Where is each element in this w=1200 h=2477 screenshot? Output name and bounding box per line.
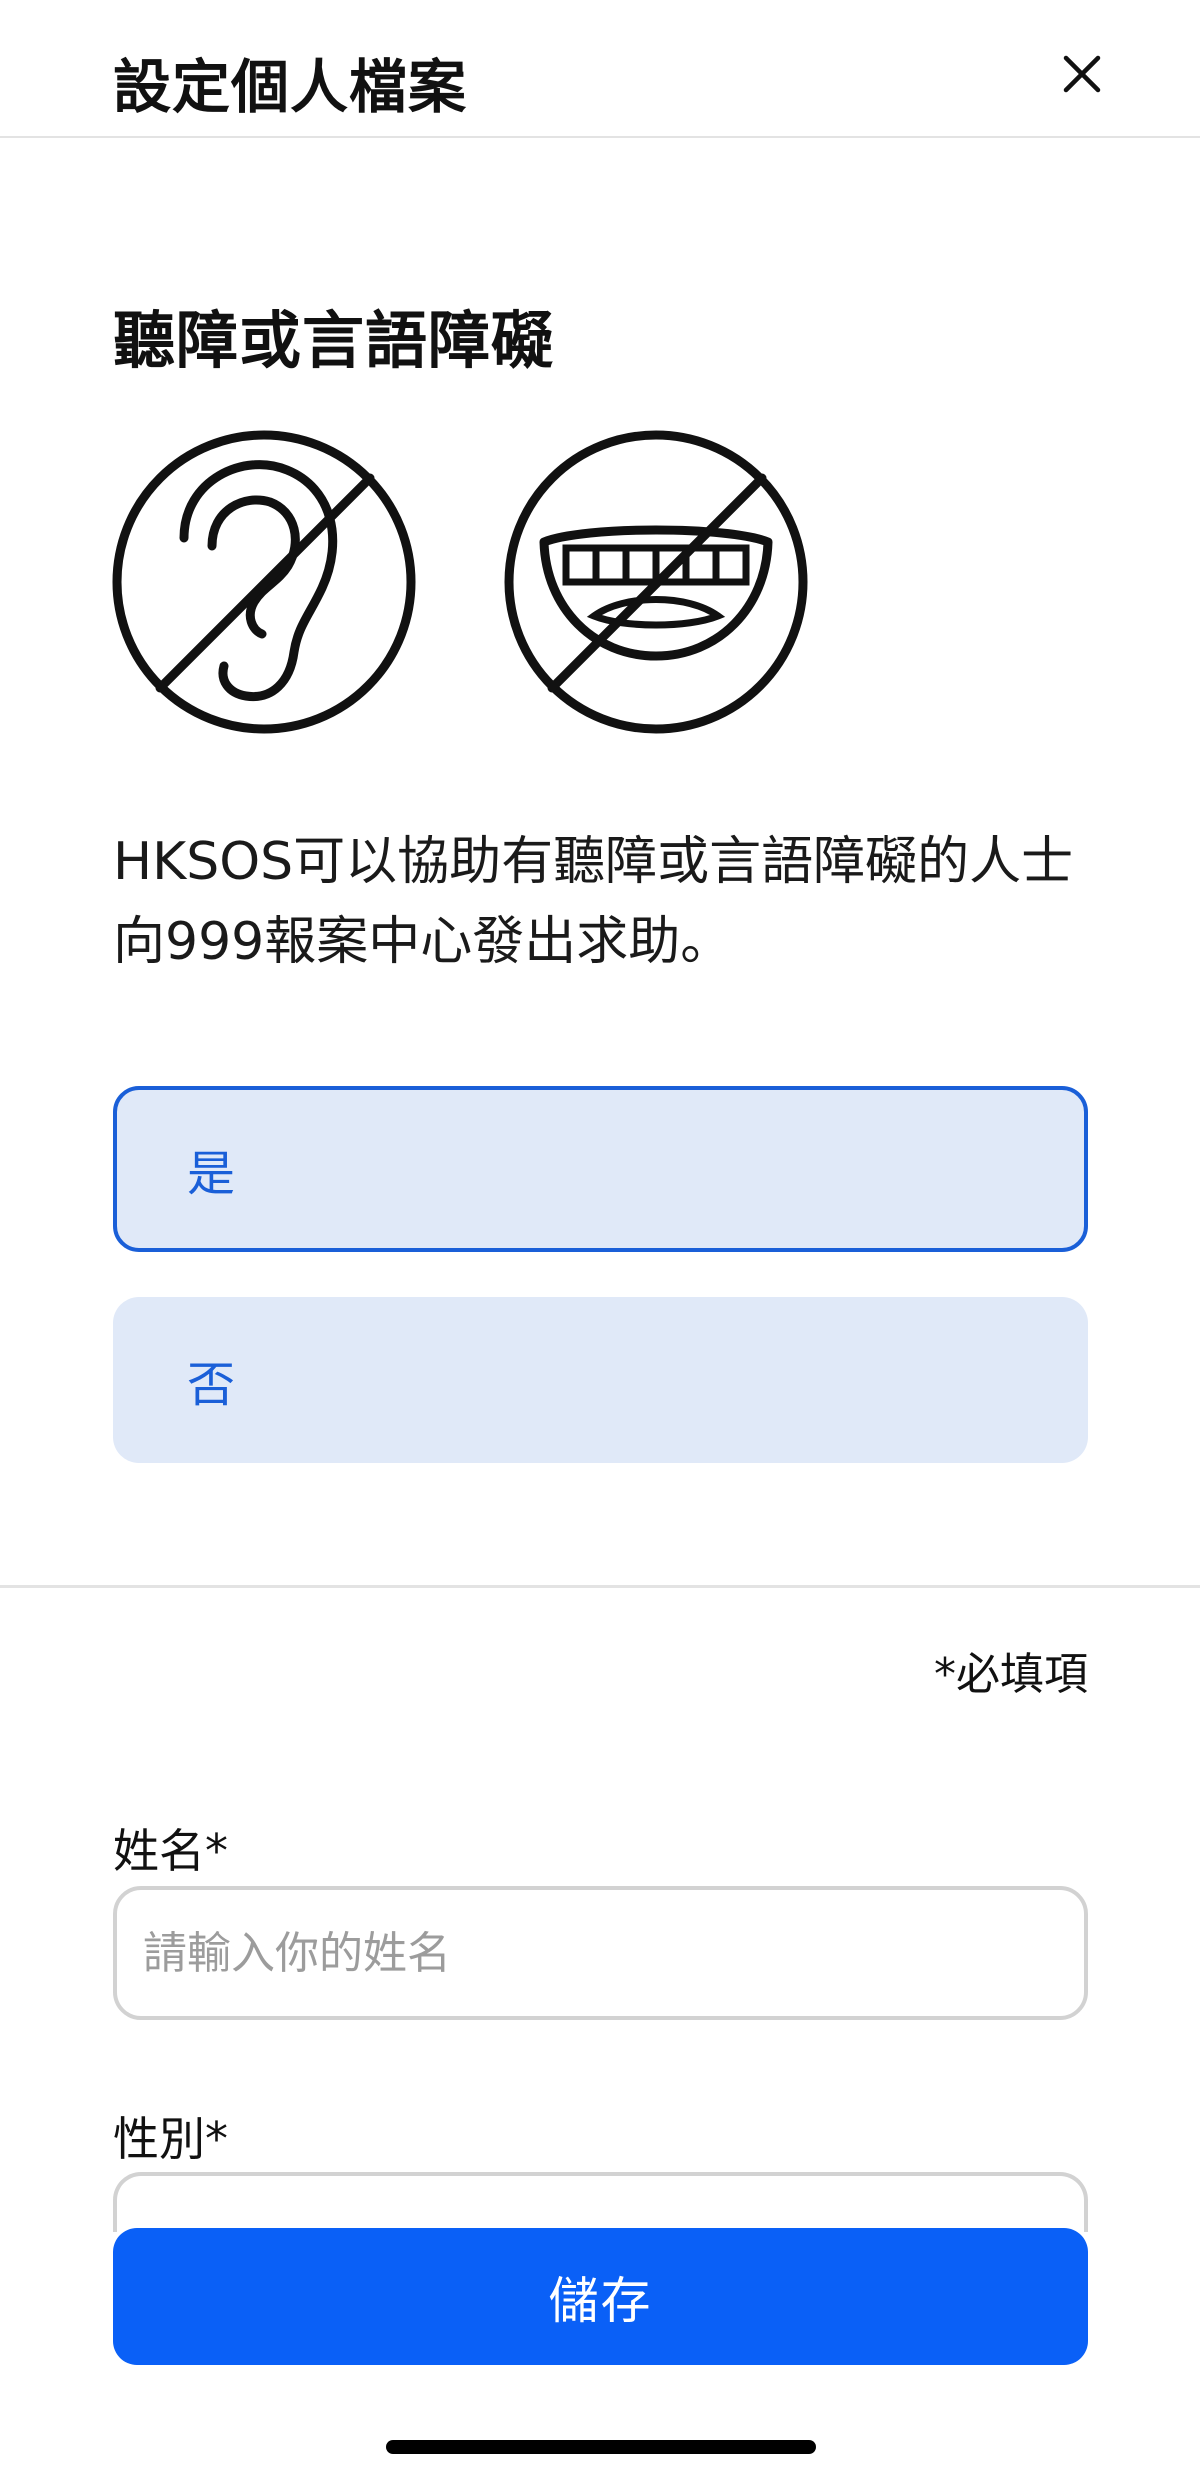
- gender-label: 性別*: [113, 2112, 228, 2166]
- home-indicator[interactable]: [386, 2440, 816, 2454]
- close-icon: [1063, 55, 1101, 93]
- option-no-label: 否: [187, 1357, 236, 1413]
- page-title: 設定個人檔案: [113, 53, 468, 121]
- required-note: *必填項: [934, 1649, 1088, 1700]
- option-no[interactable]: 否: [113, 1297, 1088, 1463]
- name-label: 姓名*: [113, 1824, 228, 1878]
- header-bar: 設定個人檔案: [0, 0, 1200, 138]
- gender-select[interactable]: [113, 2172, 1088, 2232]
- option-yes[interactable]: 是: [113, 1086, 1088, 1252]
- no-speech-icon: [504, 430, 808, 734]
- save-button[interactable]: 儲存: [113, 2228, 1088, 2365]
- section-title: 聽障或言語障礙: [113, 304, 555, 377]
- section-divider: [0, 1585, 1200, 1588]
- name-input[interactable]: [113, 1886, 1088, 2020]
- option-yes-label: 是: [187, 1146, 236, 1202]
- section-description: HKSOS可以協助有聽障或言語障礙的人士向999報案中心發出求助。: [113, 832, 1074, 972]
- close-button[interactable]: [1052, 44, 1112, 104]
- no-hearing-icon: [112, 430, 416, 734]
